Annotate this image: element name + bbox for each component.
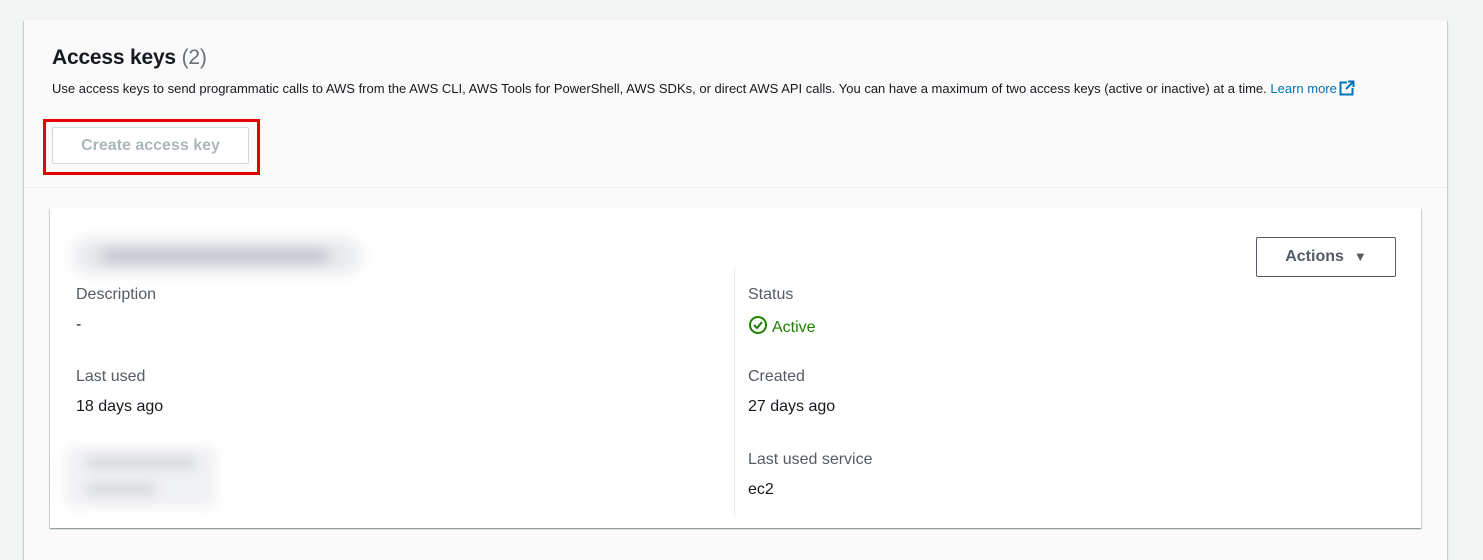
learn-more-label: Learn more [1270,81,1337,96]
last-used-service-label: Last used service [748,451,873,468]
learn-more-link[interactable]: Learn more [1270,80,1355,96]
access-keys-description: Use access keys to send programmatic cal… [52,80,1422,101]
access-keys-header: Access keys (2) Use access keys to send … [24,20,1447,188]
caret-down-icon: ▼ [1353,249,1367,264]
description-label: Description [76,286,157,303]
description-text: Use access keys to send programmatic cal… [52,81,1267,96]
last-used-label: Last used [76,368,146,385]
redacted-access-key-id [72,238,362,274]
column-divider [734,268,735,516]
status-text: Active [772,318,816,336]
page-title: Access keys (2) [52,46,207,70]
title-text: Access keys [52,46,176,69]
status-label: Status [748,286,794,303]
access-keys-count: (2) [181,46,207,69]
status-positive-icon [748,315,772,340]
access-keys-panel: Access keys (2) Use access keys to send … [24,20,1447,560]
status-value: Active [748,315,816,340]
actions-label: Actions [1285,248,1344,265]
create-access-key-button[interactable]: Create access key [52,127,249,164]
last-used-value: 18 days ago [76,398,164,415]
created-label: Created [748,368,805,385]
external-link-icon [1339,80,1355,101]
actions-dropdown-button[interactable]: Actions ▼ [1256,237,1396,277]
description-value: - [76,316,82,333]
last-used-service-value: ec2 [748,481,774,498]
created-value: 27 days ago [748,398,836,415]
access-key-card: Actions ▼ Description - Last used 18 days… [50,208,1421,528]
redacted-secret [66,446,216,508]
